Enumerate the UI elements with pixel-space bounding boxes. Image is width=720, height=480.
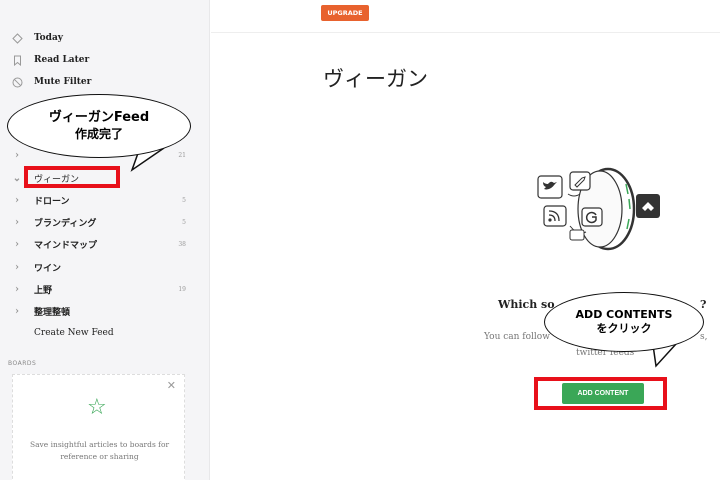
feed-item-branding[interactable]: › ブランディング 5 — [10, 213, 190, 231]
close-icon[interactable]: ✕ — [167, 379, 176, 392]
feed-label: ワイン — [34, 263, 62, 274]
follow-description-start: You can follow — [484, 332, 550, 342]
create-new-feed-link[interactable]: Create New Feed — [10, 324, 190, 342]
chevron-right-icon: › — [15, 238, 19, 250]
highlight-vegan-feed — [24, 166, 120, 188]
feed-label: ブランディング — [34, 218, 97, 229]
feed-item-drone[interactable]: › ドローン 5 — [10, 191, 190, 209]
nav-item-label: Read Later — [34, 55, 90, 65]
star-icon: ☆ — [87, 395, 107, 420]
page-title: ヴィーガン — [323, 67, 428, 91]
chevron-down-icon: ⌄ — [12, 172, 22, 184]
chevron-right-icon: › — [15, 261, 19, 273]
feed-label: ドローン — [34, 196, 70, 207]
feed-label: 整理整頓 — [34, 307, 71, 318]
boards-heading: BOARDS — [8, 360, 37, 367]
boards-description: Save insightful articles to boards for r… — [29, 440, 170, 461]
question-heading-start: Which so — [498, 298, 555, 311]
feed-count: 5 — [182, 196, 186, 204]
chevron-right-icon: › — [15, 194, 19, 206]
feed-item-ueno[interactable]: › 上野 19 — [10, 280, 190, 298]
bookmark-icon — [10, 55, 24, 66]
sidebar: Today Read Later Mute Filter › 21 ⌄ ヴィーガ… — [0, 0, 210, 480]
annotation-bubble-add-contents: ADD CONTENTS をクリック — [544, 292, 704, 352]
nav-item-mute-filter[interactable]: Mute Filter — [10, 73, 91, 91]
mute-icon — [10, 77, 24, 88]
bubble2-line1: ADD CONTENTS — [575, 307, 673, 321]
chevron-right-icon: › — [15, 305, 19, 317]
bubble1-line1: ヴィーガンFeed — [48, 110, 150, 126]
bubble1-line2: 作成完了 — [74, 126, 123, 141]
feed-item-mindmap[interactable]: › マインドマップ 38 — [10, 235, 190, 253]
feed-count: 38 — [178, 240, 186, 248]
feed-item-organize[interactable]: › 整理整頓 — [10, 302, 190, 320]
boards-card: ✕ ☆ Save insightful articles to boards f… — [12, 374, 185, 480]
annotation-bubble-feed-created: ヴィーガンFeed 作成完了 — [7, 94, 191, 158]
feed-sources-illustration — [537, 167, 660, 251]
feed-count: 19 — [178, 285, 186, 293]
top-bar: UPGRADE — [211, 0, 720, 33]
nav-item-label: Today — [34, 33, 64, 43]
feed-count: 5 — [182, 218, 186, 226]
chevron-right-icon: › — [15, 149, 19, 161]
nav-item-today[interactable]: Today — [10, 29, 63, 47]
feed-item-wine[interactable]: › ワイン — [10, 258, 190, 276]
today-icon — [10, 32, 24, 44]
create-new-feed-label: Create New Feed — [34, 328, 114, 338]
chevron-right-icon: › — [15, 283, 19, 295]
bubble2-line2: をクリック — [596, 322, 652, 335]
feed-label: 上野 — [34, 285, 53, 296]
highlight-add-content — [534, 377, 667, 410]
upgrade-button[interactable]: UPGRADE — [321, 5, 369, 21]
nav-item-read-later[interactable]: Read Later — [10, 51, 89, 69]
feed-label: マインドマップ — [34, 240, 98, 251]
question-heading-end: ? — [700, 298, 707, 311]
nav-item-label: Mute Filter — [34, 77, 92, 87]
chevron-right-icon: › — [15, 216, 19, 228]
follow-description-end: s, — [700, 332, 708, 342]
